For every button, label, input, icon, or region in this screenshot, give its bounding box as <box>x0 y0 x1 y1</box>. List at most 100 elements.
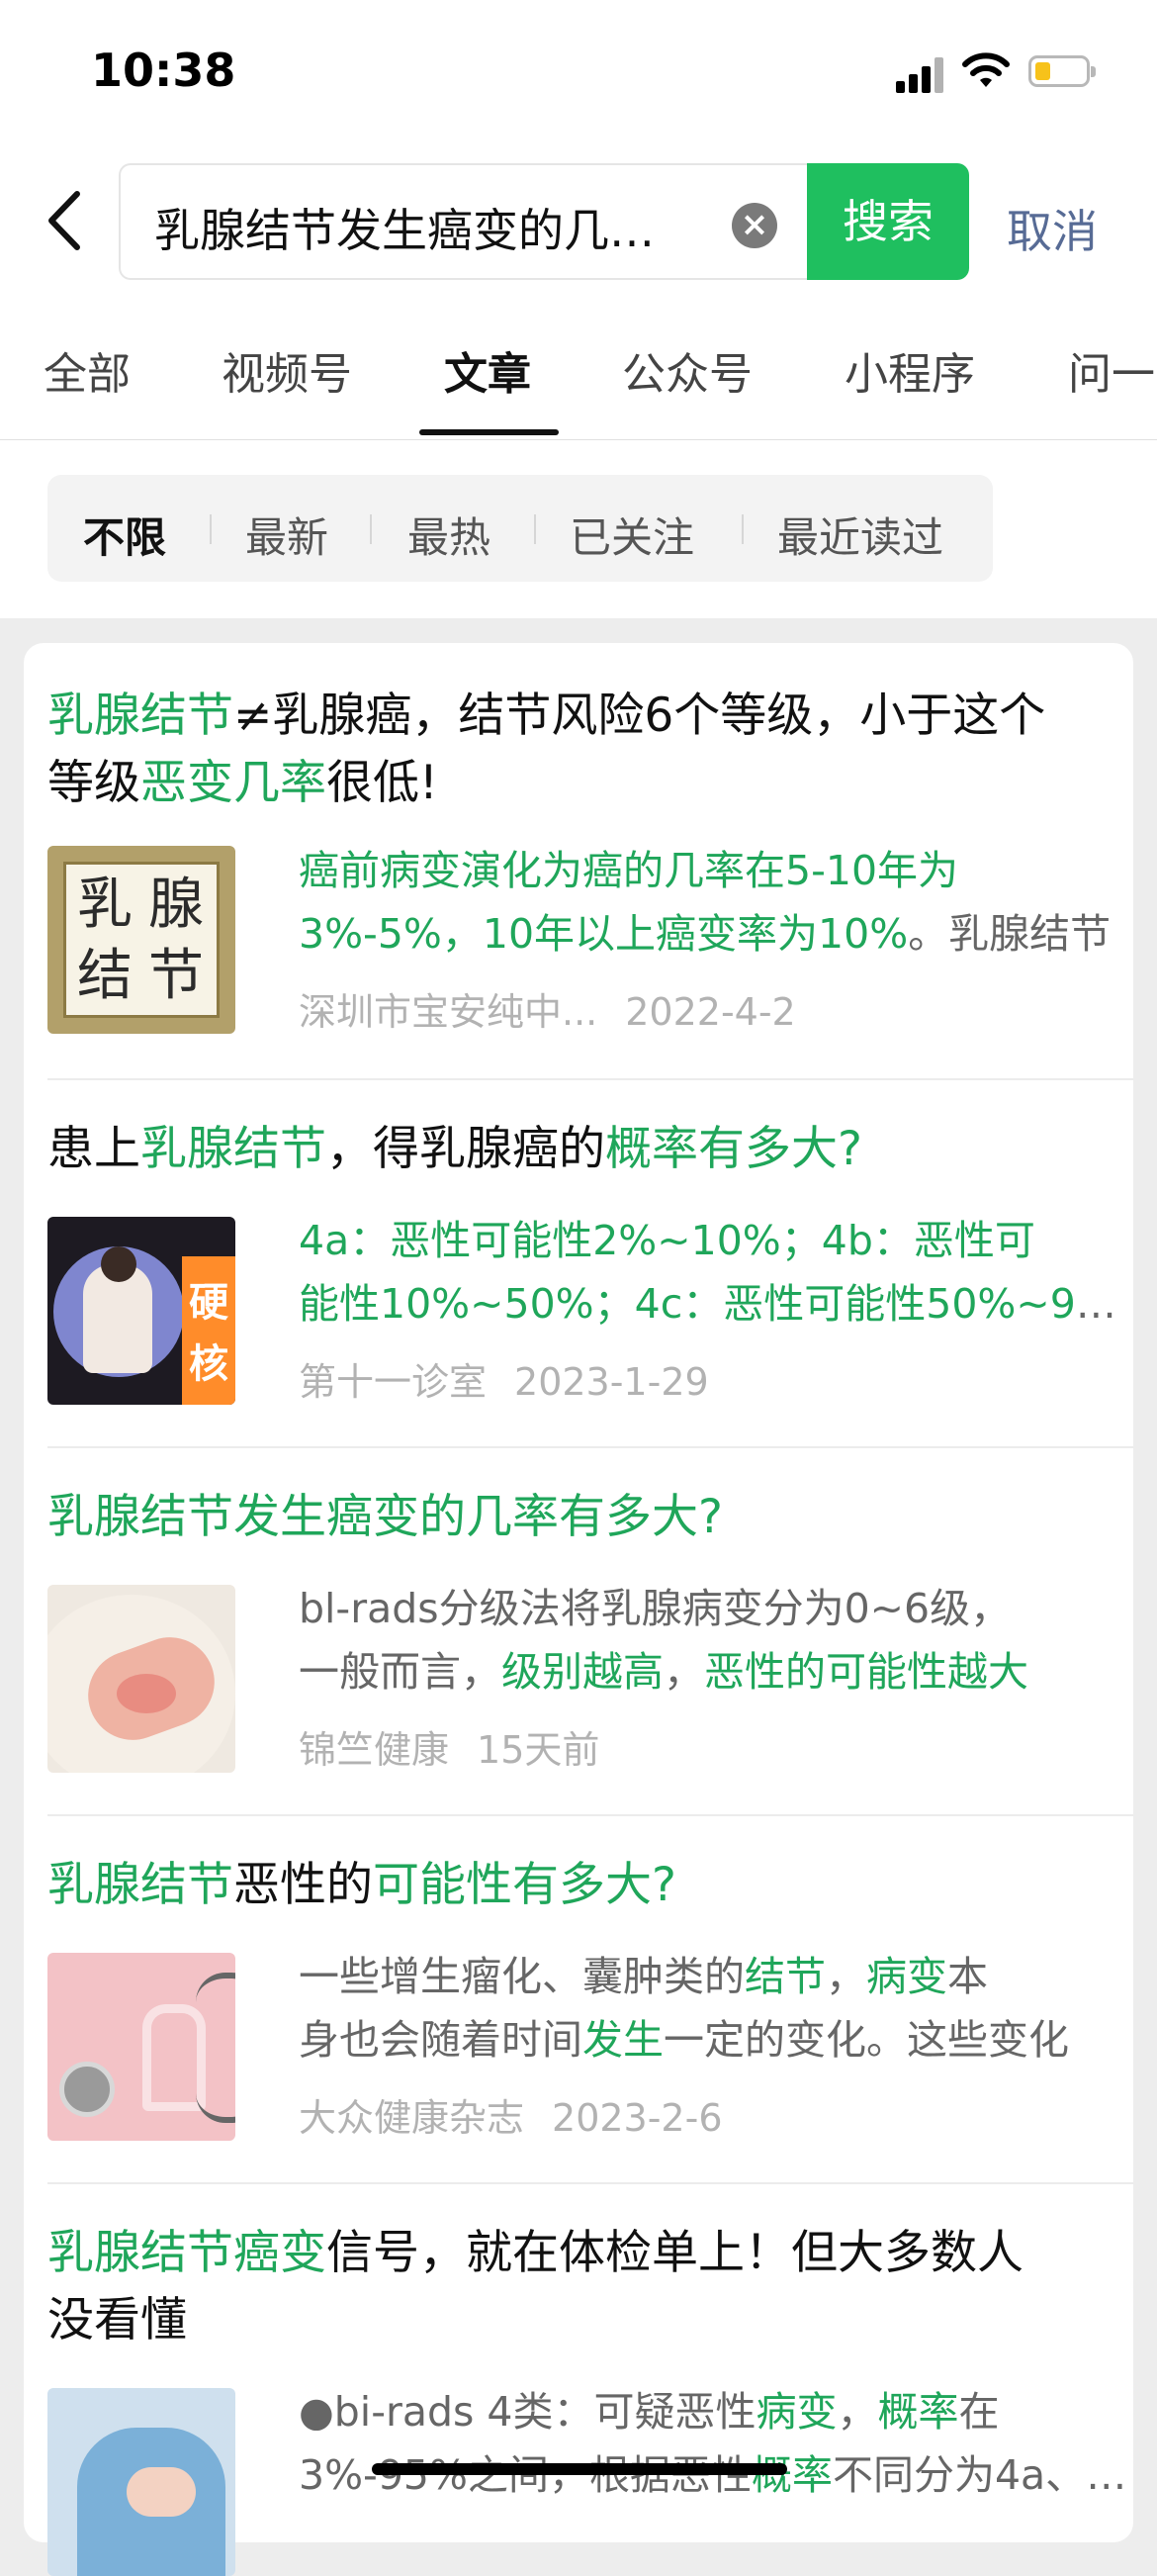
result-meta: 大众健康杂志 2023-2-6 <box>299 2087 723 2142</box>
filter-hottest[interactable]: 最热 <box>407 505 490 565</box>
text-run: 患上 <box>47 1122 140 1176</box>
text-run: ， <box>664 1648 704 1696</box>
text-run: ， <box>837 2388 878 2436</box>
text-run: 。乳腺结节 <box>908 910 1112 958</box>
filter-divider <box>534 514 536 544</box>
result-item[interactable]: 乳腺结节恶性的可能性有多大? 一些增生瘤化、囊肿类的结节，病变本 身也会随着时间… <box>47 1852 1131 2149</box>
highlighted-keyword: 发生 <box>582 2016 664 2064</box>
highlighted-keyword: 可能性有多大? <box>373 1858 676 1912</box>
result-thumbnail <box>47 1585 235 1773</box>
highlighted-keyword: 级别越高 <box>501 1648 664 1696</box>
filter-bar: 不限 最新 最热 已关注 最近读过 <box>47 475 993 582</box>
thumb-char: 腺 <box>148 873 204 937</box>
result-thumbnail <box>47 1953 235 2141</box>
cancel-button[interactable]: 取消 <box>1007 196 1098 261</box>
filter-divider <box>370 514 372 544</box>
tab-articles[interactable]: 文章 <box>444 338 531 402</box>
result-date: 15天前 <box>477 1728 600 1772</box>
filter-divider <box>210 514 212 544</box>
filter-divider <box>742 514 744 544</box>
result-meta: 锦竺健康 15天前 <box>299 1719 599 1774</box>
result-item[interactable]: 患上乳腺结节，得乳腺癌的概率有多大? 硬 核 4a：恶性可能性2%~10%；4b… <box>47 1116 1131 1413</box>
category-tabs: 全部 视频号 文章 公众号 小程序 问一问 <box>0 326 1157 440</box>
search-row: 乳腺结节发生癌变的几率有多大？ × 搜索 取消 <box>0 158 1157 287</box>
thumb-char: 节 <box>148 944 204 1008</box>
highlighted-keyword: 恶变几率 <box>140 756 326 810</box>
search-input[interactable]: 乳腺结节发生癌变的几率有多大？ × <box>119 163 811 280</box>
clear-search-icon[interactable]: × <box>732 203 777 248</box>
tab-official-accounts[interactable]: 公众号 <box>622 338 753 402</box>
result-source[interactable]: 第十一诊室 <box>299 1360 487 1404</box>
result-snippet: ●bi-rads 4类：可疑恶性病变，概率在 3%-95%之间，根据恶性概率不同… <box>299 2380 1131 2507</box>
result-title[interactable]: 乳腺结节癌变信号，就在体检单上！但大多数人没看懂 <box>47 2220 1066 2354</box>
highlighted-keyword: 病变 <box>756 2388 838 2436</box>
text-run: ， <box>826 1953 866 2000</box>
result-source[interactable]: 大众健康杂志 <box>299 2096 524 2140</box>
text-run: bl-rads分级法将乳腺病变分为0~6级， <box>299 1585 1012 1632</box>
highlighted-keyword: 结节 <box>745 1953 826 2000</box>
filter-unlimited[interactable]: 不限 <box>83 505 166 565</box>
highlighted-keyword: 病变 <box>866 1953 947 2000</box>
thumb-char: 结 <box>77 944 133 1008</box>
text-run: 在 <box>958 2388 1000 2436</box>
result-divider <box>47 1078 1133 1080</box>
search-query-text[interactable]: 乳腺结节发生癌变的几率有多大？ <box>154 195 668 260</box>
text-run: ，得乳腺癌的 <box>326 1122 605 1176</box>
highlighted-keyword: 3%-5%，10年以上癌变率为10% <box>299 910 909 958</box>
result-item[interactable]: 乳腺结节≠乳腺癌，结节风险6个等级，小于这个等级恶变几率很低! 乳 腺 结 节 … <box>47 683 1131 1039</box>
battery-icon <box>1028 55 1096 87</box>
highlighted-keyword: 乳腺结节 <box>47 2226 233 2280</box>
wifi-icon <box>962 52 1010 87</box>
result-snippet: bl-rads分级法将乳腺病变分为0~6级， 一般而言，级别越高，恶性的可能性越… <box>299 1577 1131 1703</box>
result-meta: 深圳市宝安纯中... 2022-4-2 <box>299 981 796 1036</box>
status-time: 10:38 <box>91 44 236 97</box>
highlighted-keyword: 能性10%~50%；4c：恶性可能性50%~95% <box>299 1280 1131 1328</box>
result-snippet: 一些增生瘤化、囊肿类的结节，病变本 身也会随着时间发生一定的变化。这些变化 <box>299 1945 1131 2071</box>
text-run: 不同分为4a、4b、4c <box>832 2451 1131 2499</box>
tab-channels[interactable]: 视频号 <box>222 338 352 402</box>
home-indicator <box>372 2463 787 2475</box>
text-run: 3%-95%之间，根据恶性 <box>299 2451 752 2499</box>
result-thumbnail: 乳 腺 结 节 <box>47 846 235 1034</box>
top-header: 10:38 乳腺结节发生癌变的几率有多大？ × 搜索 取消 全部 视频号 文章 … <box>0 0 1157 440</box>
result-title[interactable]: 乳腺结节发生癌变的几率有多大? <box>47 1484 1066 1551</box>
result-source[interactable]: 深圳市宝安纯中... <box>299 990 597 1034</box>
result-divider <box>47 2182 1133 2184</box>
text-run: 恶性的 <box>233 1858 373 1912</box>
highlighted-keyword: 概率 <box>751 2451 833 2499</box>
back-arrow-icon[interactable] <box>42 188 91 253</box>
filter-followed[interactable]: 已关注 <box>570 505 694 565</box>
search-button[interactable]: 搜索 <box>807 163 969 280</box>
thumb-char: 乳 <box>77 873 133 937</box>
filter-recently-read[interactable]: 最近读过 <box>777 505 943 565</box>
highlighted-keyword: 恶性的可能性越大 <box>704 1648 1028 1696</box>
text-run: 很低! <box>326 756 438 810</box>
text-run: 身也会随着时间 <box>299 2016 582 2064</box>
result-title[interactable]: 乳腺结节≠乳腺癌，结节风险6个等级，小于这个等级恶变几率很低! <box>47 683 1066 817</box>
tab-all[interactable]: 全部 <box>44 338 131 402</box>
text-run: 一定的变化。这些变化 <box>664 2016 1069 2064</box>
result-item[interactable]: 乳腺结节发生癌变的几率有多大? bl-rads分级法将乳腺病变分为0~6级， 一… <box>47 1484 1131 1781</box>
filter-band: 不限 最新 最热 已关注 最近读过 <box>0 440 1157 618</box>
result-snippet: 癌前病变演化为癌的几率在5-10年为 3%-5%，10年以上癌变率为10%。乳腺… <box>299 839 1131 966</box>
highlighted-keyword: 癌变 <box>233 2226 326 2280</box>
result-thumbnail <box>47 2388 235 2576</box>
tab-ask[interactable]: 问一问 <box>1068 338 1157 402</box>
highlighted-keyword: 概率有多大? <box>605 1122 862 1176</box>
thumb-char: 核 <box>189 1341 228 1387</box>
result-item[interactable]: 乳腺结节癌变信号，就在体检单上！但大多数人没看懂 ●bi-rads 4类：可疑恶… <box>47 2220 1131 2576</box>
text-run: 一些增生瘤化、囊肿类的 <box>299 1953 745 2000</box>
filter-latest[interactable]: 最新 <box>245 505 328 565</box>
result-source[interactable]: 锦竺健康 <box>299 1728 449 1772</box>
thumb-char: 硬 <box>189 1280 228 1326</box>
result-thumbnail: 硬 核 <box>47 1217 235 1405</box>
result-snippet: 4a：恶性可能性2%~10%；4b：恶性可 能性10%~50%；4c：恶性可能性… <box>299 1209 1131 1335</box>
text-run: ●bi-rads 4类：可疑恶性 <box>299 2388 756 2436</box>
result-divider <box>47 1814 1133 1816</box>
result-title[interactable]: 乳腺结节恶性的可能性有多大? <box>47 1852 1066 1919</box>
text-run: 一般而言， <box>299 1648 501 1696</box>
highlighted-keyword: 乳腺结节 <box>140 1122 326 1176</box>
tab-mini-programs[interactable]: 小程序 <box>845 338 975 402</box>
result-title[interactable]: 患上乳腺结节，得乳腺癌的概率有多大? <box>47 1116 1066 1183</box>
active-tab-indicator <box>419 429 559 435</box>
